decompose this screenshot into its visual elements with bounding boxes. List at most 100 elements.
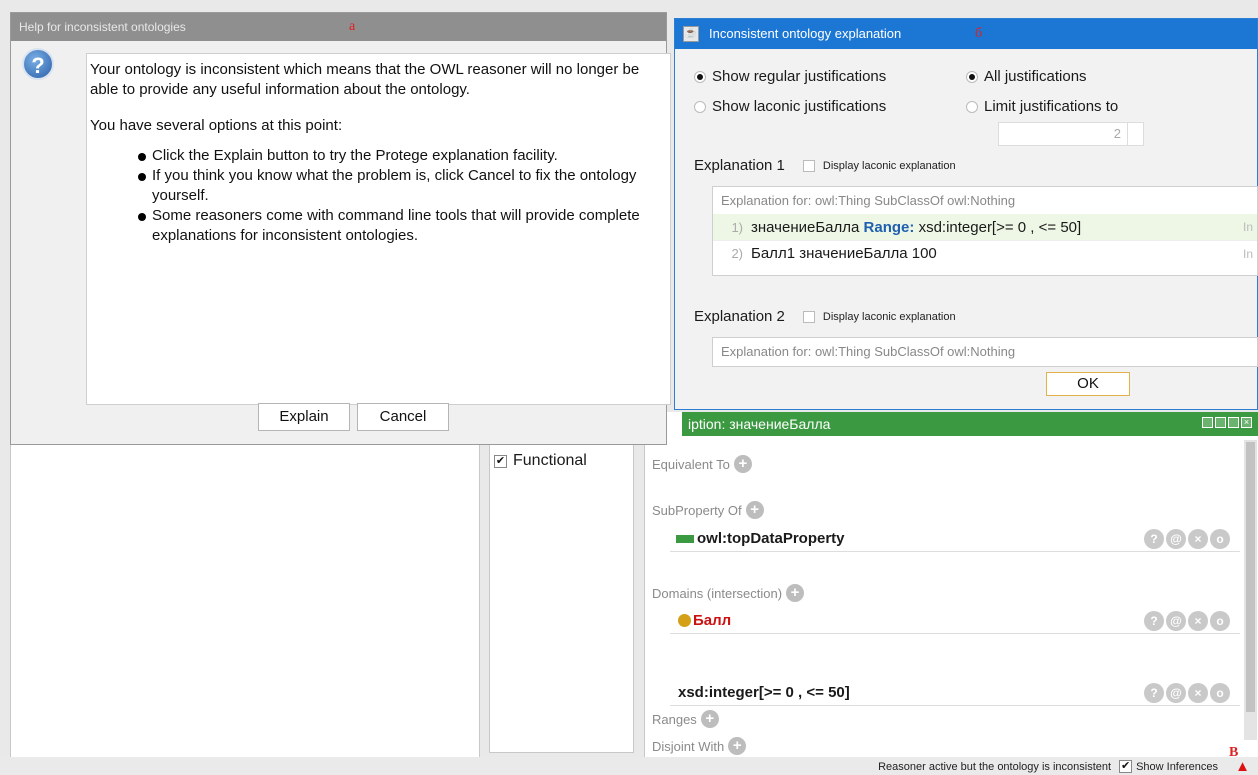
ranges-label: Ranges (652, 711, 697, 727)
functional-label: Functional (513, 452, 587, 469)
subproperty-of-label: SubProperty Of (652, 502, 742, 518)
status-bar: Reasoner active but the ontology is inco… (0, 757, 1258, 775)
explain-icon[interactable]: ? (1144, 529, 1164, 549)
help-message: Your ontology is inconsistent which mean… (90, 60, 670, 246)
limit-justifications-radio[interactable]: Limit justifications to (966, 98, 1118, 115)
axiom-subject: значениеБалла (751, 218, 860, 236)
laconic-checkbox[interactable]: Display laconic explanation (802, 159, 956, 172)
functional-checkbox[interactable]: ✔ Functional (494, 452, 587, 470)
edit-icon[interactable]: o (1210, 611, 1230, 631)
scrollbar-thumb[interactable] (1246, 442, 1255, 712)
range-row[interactable]: xsd:integer[>= 0 , <= 50] ? @ × o (670, 680, 1240, 706)
delete-icon[interactable]: × (1188, 611, 1208, 631)
maximize-icon[interactable] (1228, 417, 1239, 428)
limit-justifications-label: Limit justifications to (984, 98, 1119, 115)
java-icon: ☕ (683, 26, 699, 42)
radio-selected-icon (966, 70, 978, 83)
laconic-label: Display laconic explanation (822, 159, 956, 172)
domain-row[interactable]: Балл ? @ × o (670, 608, 1240, 634)
axiom-rest: xsd:integer[>= 0 , <= 50] (918, 218, 1082, 236)
disjoint-with-label: Disjoint With (652, 738, 725, 754)
view-split-icon[interactable] (1202, 417, 1213, 428)
annotate-icon[interactable]: @ (1166, 611, 1186, 631)
disjoint-section: Disjoint With + (652, 737, 747, 755)
list-item: Some reasoners come with command line to… (138, 206, 670, 246)
add-equivalent-icon[interactable]: + (733, 455, 752, 473)
row-actions: ? @ × o (1144, 683, 1230, 703)
class-hierarchy-panel (10, 440, 480, 760)
question-icon: ? (22, 48, 54, 80)
annotate-icon[interactable]: @ (1166, 529, 1186, 549)
explain-icon[interactable]: ? (1144, 611, 1164, 631)
laconic-checkbox[interactable]: Display laconic explanation (802, 310, 956, 323)
add-disjoint-icon[interactable]: + (728, 737, 747, 755)
row-actions: ? @ × o (1144, 611, 1230, 631)
checkbox-icon (802, 310, 815, 323)
description-header: iption: значениеБалла × (682, 412, 1258, 436)
explanation-1-header: Explanation 1 Display laconic explanatio… (694, 157, 956, 174)
domain-value: Балл (693, 612, 732, 629)
ok-button[interactable]: OK (1046, 372, 1130, 396)
help-dialog-title: Help for inconsistent ontologies (19, 20, 186, 34)
options-heading: You have several options at this point: (90, 117, 343, 134)
annotate-icon[interactable]: @ (1166, 683, 1186, 703)
explanation-dialog-titlebar[interactable]: ☕ Inconsistent ontology explanation б (675, 19, 1257, 49)
list-item: If you think you know what the problem i… (138, 166, 670, 206)
annotation-mark-v: В (1229, 745, 1239, 760)
cancel-button[interactable]: Cancel (357, 403, 449, 431)
show-inferences-checkbox[interactable]: ✔ Show Inferences (1119, 760, 1218, 773)
show-laconic-label: Show laconic justifications (712, 98, 887, 115)
subproperty-value: owl:topDataProperty (697, 530, 845, 547)
explain-icon[interactable]: ? (1144, 683, 1164, 703)
range-value: xsd:integer[>= 0 , <= 50] (678, 684, 850, 701)
delete-icon[interactable]: × (1188, 683, 1208, 703)
add-range-icon[interactable]: + (700, 710, 719, 728)
characteristics-panel (489, 440, 634, 753)
intro-text: Your ontology is inconsistent which mean… (90, 61, 640, 98)
check-icon: ✔ (1119, 760, 1133, 773)
equivalent-to-label: Equivalent To (652, 456, 730, 472)
limit-spinner[interactable]: 2 (998, 122, 1144, 146)
subproperty-section: SubProperty Of + (652, 501, 764, 519)
all-justifications-radio[interactable]: All justifications (966, 68, 1087, 85)
radio-icon (694, 100, 706, 113)
show-inferences-label: Show Inferences (1136, 760, 1218, 773)
axiom-subject: Балл1 значениеБалла 100 (751, 245, 937, 262)
close-view-icon[interactable]: × (1241, 417, 1252, 428)
add-subproperty-icon[interactable]: + (745, 501, 764, 519)
explanation-header: Explanation for: owl:Thing SubClassOf ow… (721, 344, 1016, 359)
list-item: Click the Explain button to try the Prot… (138, 146, 670, 166)
reasoner-status: Reasoner active but the ontology is inco… (878, 760, 1112, 773)
row-actions: ? @ × o (1144, 529, 1230, 549)
explanation-dialog-title: Inconsistent ontology explanation (709, 26, 902, 41)
explanation-1-box: Explanation for: owl:Thing SubClassOf ow… (712, 186, 1258, 276)
axiom-number: 1) (731, 219, 743, 235)
explain-button[interactable]: Explain (258, 403, 350, 431)
subproperty-row[interactable]: owl:topDataProperty ? @ × o (670, 526, 1240, 552)
edit-icon[interactable]: o (1210, 529, 1230, 549)
add-domain-icon[interactable]: + (786, 584, 805, 602)
radio-icon (966, 100, 978, 113)
delete-icon[interactable]: × (1188, 529, 1208, 549)
class-icon (678, 614, 691, 627)
show-regular-radio[interactable]: Show regular justifications (694, 68, 886, 85)
edit-icon[interactable]: o (1210, 683, 1230, 703)
axiom-number: 2) (731, 246, 743, 261)
ranges-section: Ranges + (652, 710, 719, 728)
show-regular-label: Show regular justifications (712, 68, 887, 85)
explanation-title: Explanation 2 (694, 308, 785, 325)
show-laconic-radio[interactable]: Show laconic justifications (694, 98, 886, 115)
explanation-2-header: Explanation 2 Display laconic explanatio… (694, 308, 956, 325)
radio-selected-icon (694, 70, 706, 83)
domains-section: Domains (intersection) + (652, 584, 805, 602)
description-title: iption: значениеБалла (688, 416, 831, 432)
help-dialog-titlebar[interactable]: Help for inconsistent ontologies а (11, 13, 666, 41)
domains-label: Domains (intersection) (652, 585, 783, 601)
view-horizontal-icon[interactable] (1215, 417, 1226, 428)
axiom-row[interactable]: 1) значениеБалла Range: xsd:integer[>= 0… (713, 214, 1257, 240)
spinner-arrows-icon[interactable] (1127, 123, 1143, 145)
axiom-inferred-tag: In (1242, 220, 1253, 234)
axiom-inferred-tag: In (1242, 246, 1253, 261)
axiom-row[interactable]: 2) Балл1 значениеБалла 100 In (713, 240, 1257, 266)
laconic-label: Display laconic explanation (822, 310, 956, 323)
